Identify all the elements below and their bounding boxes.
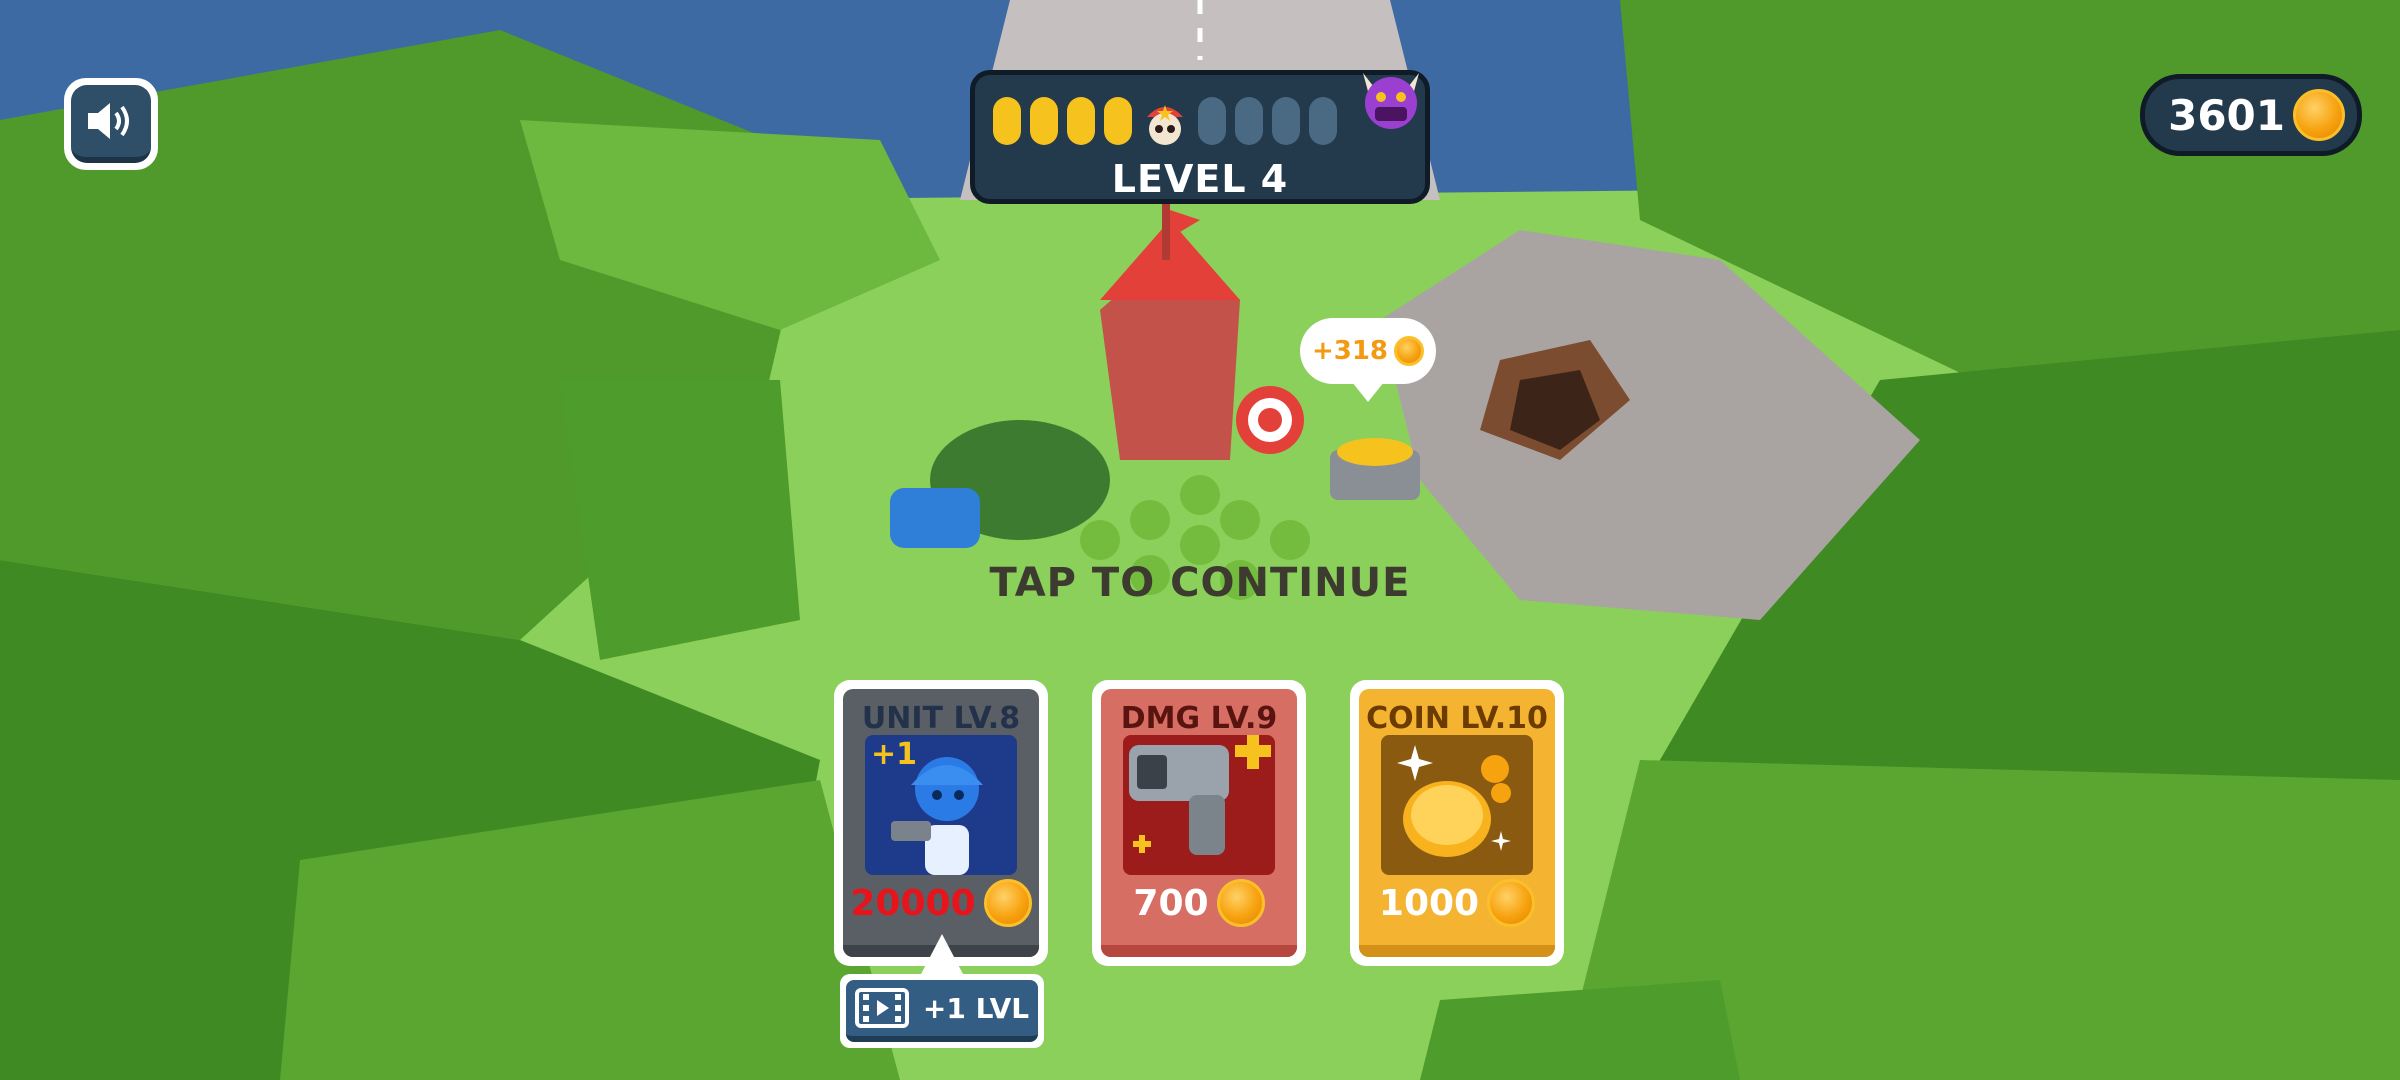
coin-icon (1487, 879, 1536, 927)
coin-icon (1394, 336, 1425, 366)
mine-reward-bubble: +318 (1300, 318, 1436, 402)
speaker-volume-icon (88, 103, 129, 139)
coin-upgrade-card[interactable]: COIN LV.10 1000 (1350, 680, 1564, 966)
stage-pip (1235, 97, 1263, 145)
ad-button-label: +1 LVL (922, 991, 1030, 1025)
coin-upgrade-face: COIN LV.10 1000 (1359, 689, 1555, 957)
damage-upgrade-card[interactable]: DMG LV.9 700 (1092, 680, 1306, 966)
unit-upgrade-face: UNIT LV.8 +1 20000 (843, 689, 1039, 957)
coin-balance-panel: 3601 (2140, 74, 2362, 156)
stage-pip (1272, 97, 1300, 145)
unit-upgrade-title: UNIT LV.8 (861, 701, 1021, 736)
boss-demon-icon (1363, 73, 1419, 129)
coin-upgrade-title: COIN LV.10 (1366, 701, 1548, 736)
damage-upgrade-face: DMG LV.9 700 (1101, 689, 1297, 957)
stage-progress-bar (993, 97, 1337, 145)
ad-button-pointer (920, 934, 964, 976)
unit-price-value: 20000 (850, 882, 976, 924)
level-progress-panel: LEVEL 4 (970, 70, 1430, 204)
coin-icon (2293, 89, 2345, 141)
enemy-skull-icon (1141, 97, 1189, 145)
stage-pip (1198, 97, 1226, 145)
stage-pip (1104, 97, 1132, 145)
coin-balance-value: 3601 (2168, 90, 2285, 140)
coin-price: 1000 (1359, 879, 1555, 927)
gold-coins-icon (1381, 735, 1533, 875)
video-film-icon (854, 988, 909, 1028)
coin-price-value: 1000 (1378, 882, 1480, 924)
gun-icon (1123, 735, 1275, 875)
stage-pip (1067, 97, 1095, 145)
blue-soldier-icon: +1 (865, 735, 1017, 875)
stage-pip (1030, 97, 1058, 145)
damage-price: 700 (1101, 879, 1297, 927)
tap-to-continue-prompt[interactable]: TAP TO CONTINUE (0, 560, 2400, 606)
damage-price-value: 700 (1133, 882, 1209, 924)
stage-pip (1309, 97, 1337, 145)
mine-reward-value: +318 (1311, 336, 1389, 366)
damage-upgrade-title: DMG LV.9 (1120, 701, 1278, 736)
unit-price: 20000 (843, 879, 1039, 927)
unit-upgrade-card[interactable]: UNIT LV.8 +1 20000 (834, 680, 1048, 966)
coin-icon (1216, 879, 1265, 927)
unit-badge: +1 (871, 737, 918, 772)
stage-pip (993, 97, 1021, 145)
level-label: LEVEL 4 (1111, 157, 1289, 201)
sound-toggle-button[interactable] (64, 78, 158, 170)
coin-icon (983, 879, 1032, 927)
watch-ad-level-up-button[interactable]: +1 LVL (840, 974, 1044, 1048)
